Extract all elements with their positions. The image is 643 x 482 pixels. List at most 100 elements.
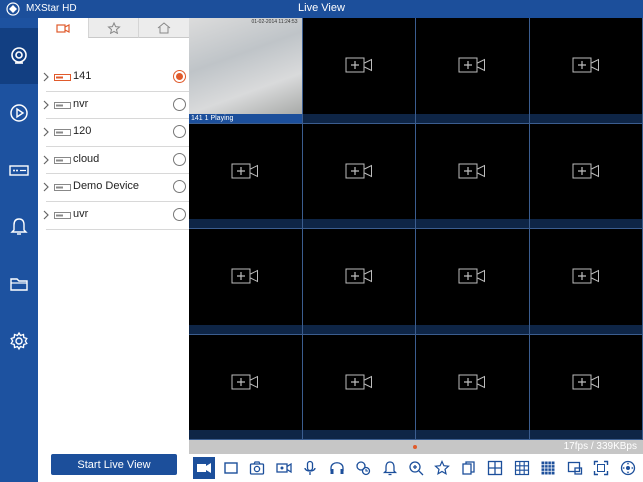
device-row[interactable]: 120: [43, 119, 189, 147]
video-cell-empty[interactable]: [302, 334, 416, 440]
layout-4-button[interactable]: [484, 457, 506, 479]
device-select-radio[interactable]: [173, 125, 186, 139]
chevron-right-icon[interactable]: [42, 100, 50, 110]
favorite-star-button[interactable]: [431, 457, 453, 479]
microphone-icon: [304, 460, 316, 475]
video-cell-empty[interactable]: [416, 123, 530, 229]
video-cell-empty[interactable]: [416, 229, 530, 335]
chevron-right-icon[interactable]: [42, 182, 50, 192]
audio-headphones-button[interactable]: [326, 457, 348, 479]
device-select-radio[interactable]: [173, 152, 186, 166]
video-cell-empty[interactable]: [529, 123, 643, 229]
device-panel: 141 nvr 120 cloud Demo Device uvr Start Live …: [38, 18, 190, 482]
tab-favorites[interactable]: [87, 18, 139, 38]
video-cell-empty[interactable]: [302, 123, 416, 229]
ptz-control-icon: [356, 461, 371, 476]
add-camera-icon[interactable]: [458, 163, 486, 179]
alarm-bell-icon: [10, 218, 28, 235]
fullscreen-button[interactable]: [590, 457, 612, 479]
record-button[interactable]: [273, 457, 295, 479]
device-name: 120: [73, 125, 92, 138]
add-camera-icon[interactable]: [345, 57, 372, 73]
add-camera-icon[interactable]: [572, 57, 599, 73]
cell-status-strip: [529, 430, 642, 439]
fullscreen-cell-icon: [224, 462, 238, 474]
device-select-radio[interactable]: [173, 207, 186, 221]
zoom-button[interactable]: [405, 457, 427, 479]
device-row[interactable]: cloud: [43, 147, 189, 175]
cell-status-strip: [416, 113, 529, 123]
window-switch-button[interactable]: [564, 457, 586, 479]
add-camera-icon[interactable]: [345, 163, 372, 179]
favorite-tab-icon: [106, 21, 121, 34]
add-camera-icon[interactable]: [572, 268, 599, 284]
device-name: Demo Device: [73, 180, 140, 193]
video-cell-empty[interactable]: [189, 123, 303, 229]
chevron-right-icon[interactable]: [42, 127, 50, 137]
add-camera-icon[interactable]: [231, 163, 259, 179]
video-cell-empty[interactable]: [302, 18, 416, 124]
layout-9-button[interactable]: [511, 457, 533, 479]
layout-4-icon: [488, 460, 503, 476]
video-cell-empty[interactable]: [189, 229, 303, 335]
nav-live-view[interactable]: [0, 28, 38, 84]
start-live-view-button[interactable]: Start Live View: [51, 454, 177, 475]
chevron-right-icon[interactable]: [42, 155, 50, 165]
title-bar: MXStar HD Live View: [0, 0, 643, 18]
device-row[interactable]: uvr: [43, 202, 189, 230]
add-camera-icon[interactable]: [458, 374, 486, 390]
fullscreen-cell-button[interactable]: [220, 457, 242, 479]
add-camera-icon[interactable]: [572, 374, 599, 390]
add-camera-icon[interactable]: [572, 163, 599, 179]
video-cell-empty[interactable]: [529, 334, 643, 440]
chevron-right-icon[interactable]: [42, 72, 50, 82]
tab-groups[interactable]: [138, 18, 190, 38]
nav-files[interactable]: [0, 256, 38, 312]
layout-16-icon: [541, 461, 555, 475]
stream-type-button[interactable]: [193, 457, 216, 479]
ptz-control-button[interactable]: [352, 457, 374, 479]
video-cell-playing[interactable]: 01-02-2014 11:24:53 141 1 Playing: [189, 18, 303, 124]
device-name: nvr: [73, 97, 89, 110]
ptz-direction-button[interactable]: [617, 457, 639, 479]
nav-devices[interactable]: [0, 142, 38, 198]
video-cell-empty[interactable]: [529, 229, 643, 335]
add-camera-icon[interactable]: [231, 374, 259, 390]
snapshot-button[interactable]: [246, 457, 268, 479]
device-row[interactable]: 141: [43, 64, 189, 92]
camera-feed-image[interactable]: 01-02-2014 11:24:53: [189, 18, 302, 114]
panel-tabs: [38, 18, 190, 38]
add-camera-icon[interactable]: [458, 268, 486, 284]
recorder-icon: [54, 74, 71, 81]
add-camera-icon[interactable]: [345, 374, 372, 390]
device-select-radio[interactable]: [173, 97, 186, 111]
add-camera-icon[interactable]: [458, 57, 486, 73]
add-camera-icon[interactable]: [345, 268, 372, 284]
microphone-button[interactable]: [299, 457, 321, 479]
cell-status-strip: [189, 324, 302, 334]
chevron-right-icon[interactable]: [42, 210, 50, 220]
device-row[interactable]: Demo Device: [43, 174, 189, 202]
video-cell-empty[interactable]: [189, 334, 303, 440]
favorite-star-icon: [434, 460, 451, 475]
audio-headphones-icon: [329, 462, 344, 474]
video-cell-empty[interactable]: [416, 334, 530, 440]
device-select-radio[interactable]: [173, 70, 186, 83]
folder-icon: [10, 278, 28, 291]
page-indicator-dot[interactable]: [413, 445, 417, 449]
alarm-output-button[interactable]: [379, 457, 401, 479]
video-cell-empty[interactable]: [302, 229, 416, 335]
tab-cameras[interactable]: [38, 18, 88, 38]
copy-button[interactable]: [458, 457, 480, 479]
nav-playback[interactable]: [0, 85, 38, 141]
video-cell-empty[interactable]: [529, 18, 643, 124]
device-row[interactable]: nvr: [43, 92, 189, 120]
nav-settings[interactable]: [0, 313, 38, 369]
add-camera-icon[interactable]: [231, 268, 259, 284]
nav-alarms[interactable]: [0, 199, 38, 255]
video-cell-empty[interactable]: [416, 18, 530, 124]
device-select-radio[interactable]: [173, 180, 186, 194]
device-icon: [9, 165, 29, 176]
layout-16-button[interactable]: [537, 457, 559, 479]
cell-status-strip: [189, 430, 302, 439]
